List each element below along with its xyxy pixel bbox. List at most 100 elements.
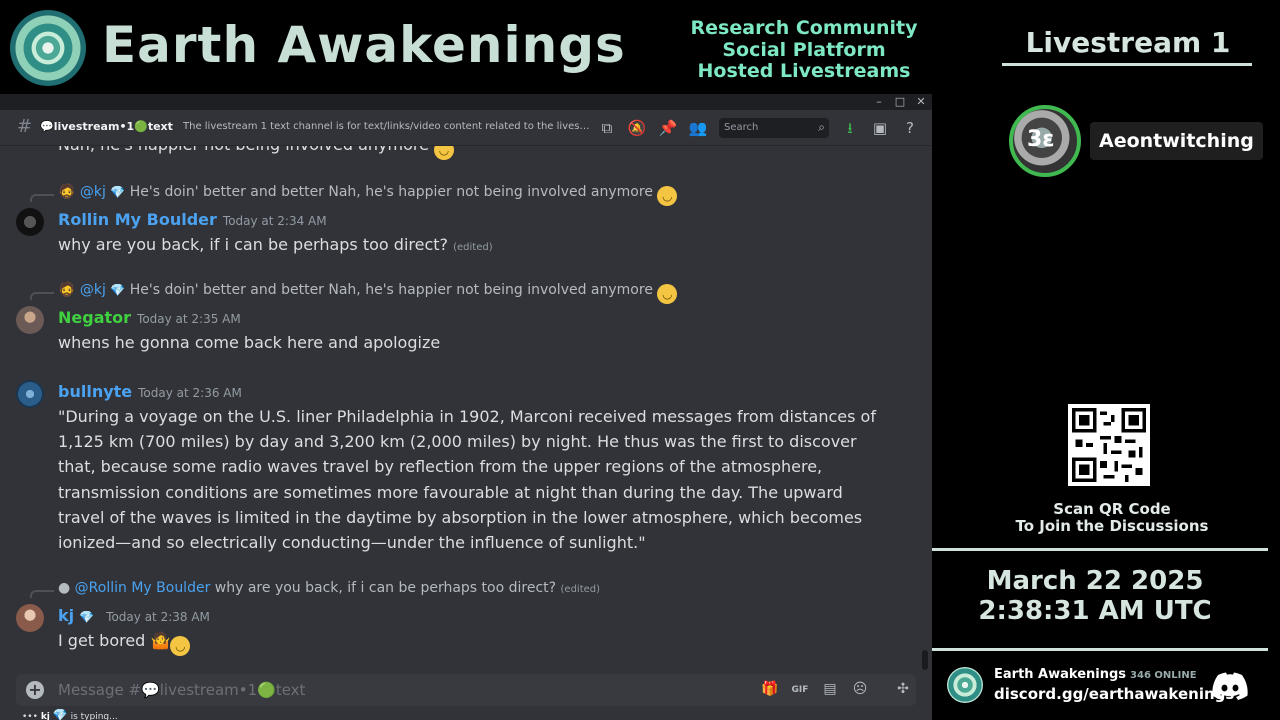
timestamp: Today at 2:38 AM: [106, 610, 210, 624]
pinned-messages-icon[interactable]: 📌: [658, 118, 678, 138]
brand-title: Earth Awakenings: [102, 16, 626, 74]
divider: [1002, 63, 1252, 66]
channel-header: # 💬livestream•1🟢text The livestream 1 te…: [0, 110, 932, 146]
message-header: bullnyte Today at 2:36 AM: [58, 382, 242, 401]
search-input[interactable]: Search ⌕: [719, 118, 829, 138]
message-content: whens he gonna come back here and apolog…: [58, 333, 440, 352]
reply-mention[interactable]: @kj: [80, 282, 106, 298]
screen: Earth Awakenings Research Community Soci…: [0, 0, 1280, 720]
message-list: Nah, he's happier not being involved any…: [0, 146, 932, 666]
message-text: Nah, he's happier not being involved any…: [58, 146, 429, 154]
reply-spine: [30, 292, 54, 300]
edited-label: (edited): [560, 584, 601, 595]
author-name[interactable]: bullnyte: [58, 382, 132, 401]
reply-preview[interactable]: 🧔 @kj 💎 He's doin' better and better Nah…: [58, 282, 678, 304]
message-header: Negator Today at 2:35 AM: [58, 308, 241, 327]
threads-icon[interactable]: ⧉: [597, 118, 617, 138]
message-content: Nah, he's happier not being involved any…: [58, 146, 455, 160]
message-text: "During a voyage on the U.S. liner Phila…: [58, 407, 876, 553]
gem-badge-icon: 💎: [52, 708, 68, 720]
discord-window: – □ ✕ # 💬livestream•1🟢text The livestrea…: [0, 94, 932, 720]
hash-icon: #: [17, 116, 33, 137]
minimize-button[interactable]: –: [868, 94, 890, 110]
timestamp: Today at 2:35 AM: [137, 312, 241, 326]
smile-emoji: ◡: [657, 284, 678, 304]
reply-avatar-icon: ●: [58, 580, 71, 596]
author-name[interactable]: Negator: [58, 308, 131, 327]
stream-side-panel: Livestream 1 3ε Aeontwitching Scan QR Co…: [932, 0, 1280, 720]
server-logo: [947, 667, 983, 703]
user-avatar[interactable]: [16, 208, 44, 236]
search-icon: ⌕: [818, 120, 825, 134]
message-input[interactable]: Message #💬livestream•1🟢text: [58, 681, 305, 699]
gem-badge-icon: 💎: [79, 610, 95, 624]
user-avatar[interactable]: [16, 306, 44, 334]
laughing-emoji: ◡: [170, 636, 191, 656]
speaker-name: Aeontwitching: [1090, 122, 1263, 160]
livestream-title: Livestream 1: [1025, 26, 1231, 59]
scan-line: To Join the Discussions: [1015, 517, 1209, 535]
message-header: kj 💎 Today at 2:38 AM: [58, 606, 210, 625]
message-header: Rollin My Boulder Today at 2:34 AM: [58, 210, 327, 229]
channel-name: 💬livestream•1🟢text: [40, 120, 173, 133]
download-icon[interactable]: ⭳: [840, 118, 860, 138]
server-name-text: Earth Awakenings: [994, 667, 1127, 682]
reply-mention[interactable]: @Rollin My Boulder: [75, 580, 211, 596]
online-count: 346 ONLINE: [1130, 670, 1197, 681]
server-name: Earth Awakenings 346 ONLINE: [994, 667, 1197, 682]
reply-preview[interactable]: 🧔 @kj 💎 He's doin' better and better Nah…: [58, 184, 678, 206]
reply-spine: [30, 590, 54, 598]
gift-icon[interactable]: 🎁: [760, 681, 780, 699]
gem-badge-icon: 💎: [110, 283, 126, 297]
timestamp: Today at 2:36 AM: [138, 386, 242, 400]
member-list-icon[interactable]: 👥: [688, 118, 708, 138]
stream-date: March 22 2025: [986, 566, 1204, 596]
stream-datetime: March 22 2025 2:38:31 AM UTC: [932, 566, 1258, 626]
typing-dots-icon: •••: [22, 712, 38, 720]
reply-avatar-icon: 🧔: [58, 282, 76, 298]
tagline-line: Hosted Livestreams: [697, 60, 911, 82]
author-name[interactable]: Rollin My Boulder: [58, 210, 217, 229]
reply-preview[interactable]: ● @Rollin My Boulder why are you back, i…: [58, 580, 600, 596]
reply-spine: [30, 194, 54, 202]
author-name[interactable]: kj: [58, 606, 74, 625]
maximize-button[interactable]: □: [889, 94, 911, 110]
smile-emoji: ◡: [434, 146, 455, 160]
stream-time: 2:38:31 AM UTC: [978, 596, 1212, 626]
message-composer[interactable]: + Message #💬livestream•1🟢text 🎁 GIF ▤ ☹ …: [16, 674, 916, 706]
user-avatar[interactable]: [16, 380, 44, 408]
gif-icon[interactable]: GIF: [790, 681, 810, 699]
discord-icon: [1212, 672, 1248, 700]
inbox-icon[interactable]: ▣: [870, 118, 890, 138]
notification-settings-icon[interactable]: 🔕: [627, 118, 647, 138]
typing-indicator: ••• kj 💎 is typing...: [22, 708, 118, 720]
person-shrugging-emoji: 🤷: [150, 631, 171, 650]
channel-topic[interactable]: The livestream 1 text channel is for tex…: [183, 121, 593, 132]
message-text: I get bored: [58, 631, 146, 650]
user-avatar[interactable]: [16, 604, 44, 632]
reply-text: He's doin' better and better Nah, he's h…: [129, 282, 653, 298]
earth-awakenings-logo: [10, 10, 86, 86]
reply-mention[interactable]: @kj: [80, 184, 106, 200]
message-text: why are you back, if i can be perhaps to…: [58, 235, 449, 254]
reply-text: why are you back, if i can be perhaps to…: [214, 580, 557, 596]
emoji-picker-icon[interactable]: ☹: [850, 681, 870, 699]
add-attachment-button[interactable]: +: [26, 681, 44, 699]
close-window-button[interactable]: ✕: [910, 94, 932, 110]
qr-code: [1068, 404, 1150, 486]
typing-text: is typing...: [70, 712, 118, 720]
reply-text: He's doin' better and better Nah, he's h…: [129, 184, 653, 200]
scan-instructions: Scan QR Code To Join the Discussions: [982, 501, 1242, 535]
edited-label: (edited): [453, 242, 493, 253]
message-content: I get bored 🤷 ◡: [58, 631, 191, 656]
scrollbar[interactable]: [922, 650, 928, 670]
reply-avatar-icon: 🧔: [58, 184, 76, 200]
smile-emoji: ◡: [657, 186, 678, 206]
timestamp: Today at 2:34 AM: [222, 214, 327, 228]
sticker-icon[interactable]: ▤: [820, 681, 840, 699]
tagline-line: Research Community: [690, 17, 918, 39]
scan-line: Scan QR Code: [1053, 500, 1171, 518]
apps-icon[interactable]: ✣: [893, 681, 913, 699]
speaker-avatar: 3ε: [1009, 105, 1081, 177]
help-icon[interactable]: ?: [900, 118, 920, 138]
